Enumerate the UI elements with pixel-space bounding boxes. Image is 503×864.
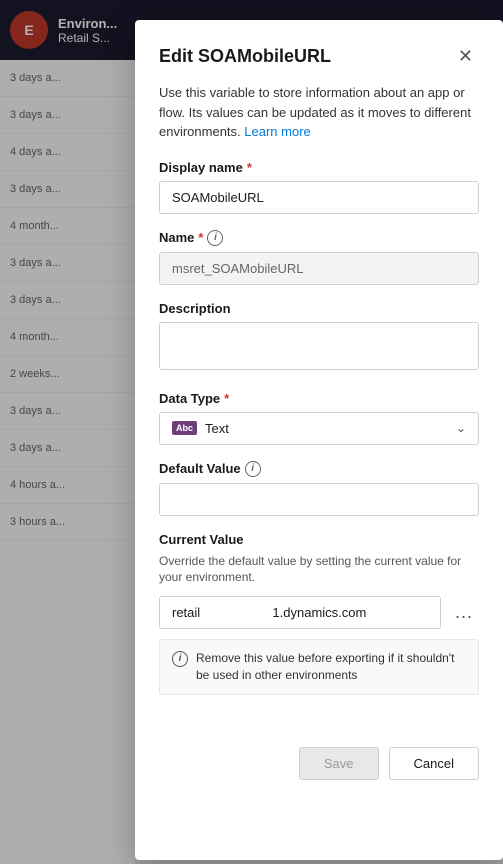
display-name-label: Display name * xyxy=(159,160,479,175)
modal-header: Edit SOAMobileURL ✕ xyxy=(159,44,479,69)
default-value-info-icon[interactable]: i xyxy=(245,461,261,477)
dropdown-value: Abc Text xyxy=(172,421,229,436)
save-button[interactable]: Save xyxy=(299,747,379,780)
required-indicator: * xyxy=(198,230,203,245)
required-indicator: * xyxy=(224,391,229,406)
display-name-input[interactable] xyxy=(159,181,479,214)
name-field-group: Name * i xyxy=(159,230,479,285)
data-type-label: Data Type * xyxy=(159,391,479,406)
description-field-group: Description xyxy=(159,301,479,375)
modal-footer: Save Cancel xyxy=(159,735,479,780)
default-value-input[interactable] xyxy=(159,483,479,516)
default-value-label: Default Value i xyxy=(159,461,479,477)
current-value-input-wrap: ... xyxy=(159,596,479,629)
info-banner: i Remove this value before exporting if … xyxy=(159,639,479,695)
current-value-input[interactable] xyxy=(159,596,441,629)
name-label: Name * i xyxy=(159,230,479,246)
current-value-description: Override the default value by setting th… xyxy=(159,553,479,587)
chevron-down-icon: ⌄ xyxy=(456,421,466,435)
ellipsis-button[interactable]: ... xyxy=(449,598,479,627)
name-input xyxy=(159,252,479,285)
edit-variable-modal: Edit SOAMobileURL ✕ Use this variable to… xyxy=(135,20,503,860)
description-input[interactable] xyxy=(159,322,479,370)
cancel-button[interactable]: Cancel xyxy=(389,747,479,780)
data-type-dropdown[interactable]: Abc Text ⌄ xyxy=(159,412,479,445)
description-label: Description xyxy=(159,301,479,316)
data-type-icon: Abc xyxy=(172,421,197,435)
close-button[interactable]: ✕ xyxy=(452,44,479,69)
learn-more-link[interactable]: Learn more xyxy=(244,124,310,139)
name-info-icon[interactable]: i xyxy=(207,230,223,246)
current-value-field-group: Current Value Override the default value… xyxy=(159,532,479,695)
data-type-field-group: Data Type * Abc Text ⌄ xyxy=(159,391,479,445)
modal-title: Edit SOAMobileURL xyxy=(159,46,331,67)
current-value-label: Current Value xyxy=(159,532,479,547)
display-name-field-group: Display name * xyxy=(159,160,479,214)
modal-description: Use this variable to store information a… xyxy=(159,83,479,142)
required-indicator: * xyxy=(247,160,252,175)
default-value-field-group: Default Value i xyxy=(159,461,479,516)
info-banner-icon: i xyxy=(172,651,188,667)
